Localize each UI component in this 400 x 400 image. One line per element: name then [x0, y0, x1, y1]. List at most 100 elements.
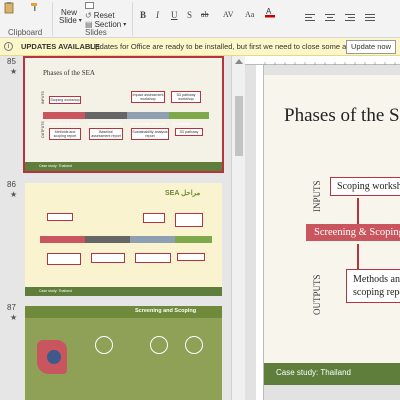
clipboard-group: Clipboard	[0, 0, 50, 38]
update-message: Updates for Office are ready to be insta…	[90, 42, 361, 51]
slide-thumbnail-85[interactable]: Phases of the SEA INPUTS OUTPUTS Scoping…	[23, 56, 224, 173]
inputs-label: INPUTS	[312, 180, 322, 212]
phase-bar-4	[175, 236, 212, 243]
bold-button[interactable]: B	[140, 10, 146, 20]
inputs-label: INPUTS	[41, 91, 45, 104]
slide-thumbnail-87[interactable]: Screening and Scoping	[25, 306, 222, 400]
font-color-icon[interactable]: A	[265, 6, 275, 18]
animation-star-icon: ★	[10, 190, 18, 199]
slides-group: New Slide ▾ ↺ Reset ▤ Section ▾ Slides	[55, 0, 130, 38]
slide-title: Phases of the SEA	[284, 105, 400, 126]
phase-label: 3D pathway	[172, 122, 191, 126]
impact-workshop-box: Impact assessment workshop	[131, 91, 165, 103]
underline-button[interactable]: U	[171, 10, 178, 20]
layout-icon[interactable]	[85, 2, 94, 9]
slide-title: SEA مراحل	[165, 190, 201, 197]
phase-bar-1	[40, 236, 85, 243]
ribbon: Clipboard New Slide ▾ ↺ Reset ▤ Section …	[0, 0, 400, 38]
vertical-ruler	[256, 65, 264, 400]
animation-star-icon: ★	[10, 67, 18, 76]
new-slide-sub-button[interactable]: Slide ▾	[59, 16, 82, 25]
slide-title: Screening and Scoping	[135, 308, 197, 314]
phase-label: Baseline Assessment	[88, 122, 123, 126]
phase-label: Screening & Scoping	[46, 122, 80, 126]
char-spacing-button[interactable]: AV	[223, 10, 234, 19]
slide-title: Phases of the SEA	[43, 69, 95, 77]
update-title: UPDATES AVAILABLE	[21, 42, 100, 51]
phase-bar-2: Baseline Assessment	[85, 112, 127, 126]
circle-icon	[150, 336, 168, 354]
phase-bar-1: Screening & Scoping	[43, 112, 85, 126]
circle-icon	[185, 336, 203, 354]
report-box	[177, 253, 205, 261]
map-region	[47, 350, 61, 364]
shadow-button[interactable]: S	[187, 10, 192, 20]
3d-workshop-box: 3D pathway workshop	[171, 91, 201, 103]
methods-report-line-2: scoping report	[353, 287, 400, 298]
connector-line	[357, 198, 359, 224]
report-box	[47, 253, 81, 265]
paragraph-group: A	[265, 0, 400, 38]
sustainability-report-box: Sustainability analysis report	[131, 128, 169, 140]
reset-icon: ↺	[85, 11, 92, 20]
3d-pathway-box: 3D pathway	[175, 128, 203, 136]
chevron-down-icon: ▾	[123, 22, 127, 28]
update-notification-bar: i UPDATES AVAILABLE Updates for Office a…	[0, 38, 400, 56]
report-box	[135, 253, 171, 263]
methods-report-line-1: Methods and	[353, 274, 400, 285]
chevron-down-icon: ▾	[78, 18, 82, 24]
reset-label: Reset	[93, 11, 115, 20]
screening-scoping-bar[interactable]: Screening & Scoping	[306, 224, 400, 241]
font-group: B I U S ab AV Aa	[135, 0, 265, 38]
connector-line	[357, 244, 359, 269]
animation-star-icon: ★	[10, 313, 18, 322]
divider	[132, 2, 133, 36]
powerpoint-window: Clipboard New Slide ▾ ↺ Reset ▤ Section …	[0, 0, 400, 400]
slide-number: 87	[7, 303, 16, 312]
align-left-icon[interactable]	[305, 14, 315, 22]
slide-number: 86	[7, 180, 16, 189]
slides-label: Slides	[85, 28, 107, 37]
svg-text:A: A	[266, 7, 272, 16]
phase-label: Sustainability Analysis	[130, 122, 166, 126]
scroll-thumb[interactable]	[235, 96, 243, 156]
clipboard-label: Clipboard	[8, 28, 43, 37]
phase-bar-3: Sustainability Analysis	[127, 112, 169, 126]
format-painter-icon[interactable]	[30, 2, 40, 12]
change-case-button[interactable]: Aa	[245, 10, 254, 19]
circle-icon	[95, 336, 113, 354]
methods-report-box: Methods and scoping report	[49, 128, 81, 140]
slide-number: 85	[7, 57, 16, 66]
slide-footer: Case study: Thailand	[264, 363, 400, 385]
slide-thumbnail-86[interactable]: SEA مراحل Case study: Thailand	[25, 183, 222, 296]
outputs-label: OUTPUTS	[312, 274, 322, 315]
workshop-box	[143, 213, 165, 223]
thumbnail-scrollbar[interactable]	[231, 56, 245, 400]
align-center-icon[interactable]	[325, 14, 335, 22]
horizontal-ruler	[245, 56, 400, 65]
paste-icon[interactable]	[3, 2, 15, 14]
ruler-ticks	[264, 62, 396, 65]
phase-bar-3	[130, 236, 175, 243]
update-now-button[interactable]: Update now	[346, 40, 396, 54]
info-icon: i	[4, 42, 13, 51]
baseline-report-box: Baseline assessment report	[89, 128, 123, 140]
justify-icon[interactable]	[365, 14, 375, 22]
workshop-box	[175, 213, 203, 227]
report-box	[91, 253, 125, 263]
divider	[52, 2, 53, 36]
scroll-up-arrow-icon[interactable]	[235, 59, 243, 64]
current-slide[interactable]: Phases of the SEA INPUTS OUTPUTS Scoping…	[264, 75, 400, 385]
align-right-icon[interactable]	[345, 14, 355, 22]
reset-button[interactable]: ↺ Reset	[85, 11, 115, 20]
scoping-workshop-box: Scoping workshop	[49, 96, 81, 104]
methods-report-box[interactable]: Methods and scoping report	[346, 269, 400, 303]
strikethrough-button[interactable]: ab	[201, 10, 209, 19]
italic-button[interactable]: I	[156, 10, 159, 20]
slide-footer: Case study: Thailand	[25, 162, 222, 171]
phase-bar-2	[85, 236, 130, 243]
slide-footer: Case study: Thailand	[25, 287, 222, 296]
scoping-workshop-box[interactable]: Scoping workshop	[330, 177, 400, 196]
new-slide-sub-label: Slide	[59, 16, 77, 25]
workshop-box	[47, 213, 73, 221]
